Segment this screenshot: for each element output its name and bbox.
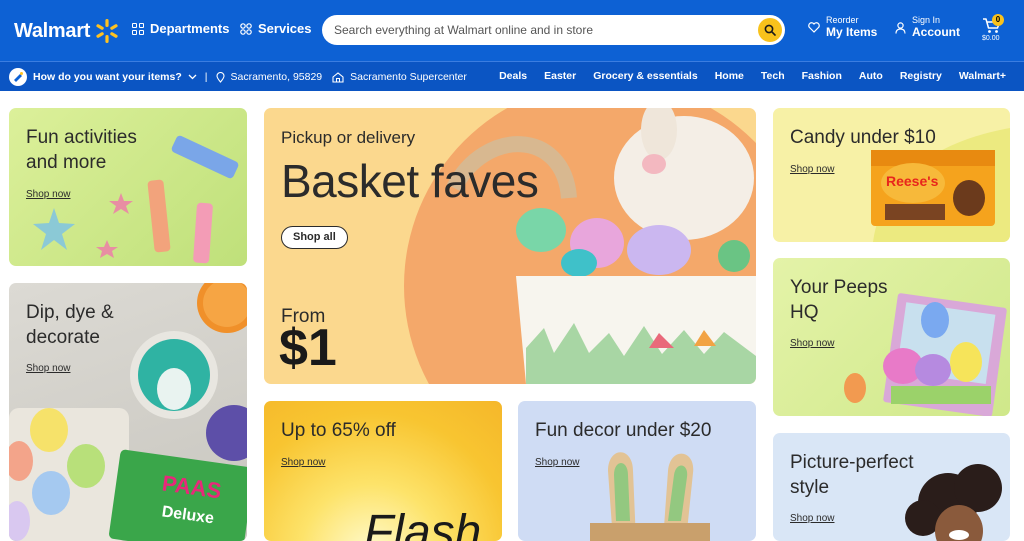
- search-icon: [764, 24, 776, 36]
- logo-text: Walmart: [14, 19, 91, 42]
- card-title: Fun decor under $20: [535, 420, 712, 441]
- departments-grid-icon: [132, 22, 144, 35]
- card-fun-activities[interactable]: Fun activities and more Shop now: [9, 108, 247, 266]
- shop-now-link[interactable]: Shop now: [281, 457, 325, 468]
- signin-big-label: Account: [912, 24, 960, 39]
- shop-now-link[interactable]: Shop now: [535, 457, 579, 468]
- location-text[interactable]: Sacramento, 95829: [231, 71, 323, 83]
- card-flash-deals[interactable]: Up to 65% off Shop now Flash: [264, 401, 502, 541]
- cart-count-badge: 0: [992, 14, 1004, 26]
- shop-all-button[interactable]: Shop all: [281, 226, 348, 249]
- price-label: $1: [279, 319, 337, 377]
- search-button[interactable]: [758, 18, 782, 42]
- nav-link-deals[interactable]: Deals: [499, 70, 527, 82]
- nav-link-easter[interactable]: Easter: [544, 70, 576, 82]
- spark-icon: [96, 19, 118, 43]
- delivery-question: How do you want your items?: [33, 71, 182, 83]
- reorder-big-label: My Items: [826, 24, 878, 39]
- card-title: Picture-perfect style: [790, 452, 914, 498]
- fulfillment-selector[interactable]: How do you want your items? | Sacramento…: [9, 68, 467, 86]
- shop-now-link[interactable]: Shop now: [790, 513, 834, 524]
- card-title: Up to 65% off: [281, 420, 396, 441]
- divider: |: [204, 71, 208, 83]
- services-label: Services: [258, 21, 312, 36]
- shop-now-link[interactable]: Shop now: [790, 338, 834, 349]
- chalk-illustration: [33, 135, 239, 264]
- category-links: Deals Easter Grocery & essentials Home T…: [499, 70, 1006, 82]
- shop-now-link[interactable]: Shop now: [26, 363, 70, 374]
- nav-link-auto[interactable]: Auto: [859, 70, 883, 82]
- flash-wordmark: Flash: [364, 506, 482, 541]
- store-icon: [332, 71, 344, 83]
- card-peeps[interactable]: Your Peeps HQ Shop now: [773, 258, 1010, 416]
- card-title: Your Peeps HQ: [790, 277, 888, 323]
- reorder-my-items[interactable]: Reorder My Items: [808, 15, 878, 39]
- chevron-down-icon: [188, 74, 197, 80]
- sign-in-account[interactable]: Sign In Account: [895, 15, 960, 39]
- search-input[interactable]: [334, 23, 758, 37]
- card-picture-perfect[interactable]: Picture-perfect style Shop now: [773, 433, 1010, 541]
- card-basket-faves[interactable]: Pickup or delivery Basket faves Shop all…: [264, 108, 756, 384]
- fulfillment-avatar-icon: [9, 68, 27, 86]
- services-button[interactable]: Services: [240, 21, 312, 36]
- svg-text:Reese's: Reese's: [886, 173, 939, 189]
- person-icon: [895, 21, 906, 34]
- card-eyebrow: Pickup or delivery: [281, 128, 416, 147]
- departments-label: Departments: [150, 21, 230, 36]
- secondary-nav-bar: How do you want your items? | Sacramento…: [0, 61, 1024, 91]
- store-text[interactable]: Sacramento Supercenter: [350, 71, 467, 83]
- top-header: Walmart Departments Services Search ever…: [0, 0, 1024, 61]
- card-headline: Basket faves: [281, 155, 539, 207]
- nav-link-fashion[interactable]: Fashion: [802, 70, 842, 82]
- services-icon: [240, 22, 252, 35]
- card-candy[interactable]: Reese's Candy under $10 Shop now: [773, 108, 1010, 242]
- card-title: Dip, dye & decorate: [26, 302, 114, 348]
- departments-button[interactable]: Departments: [132, 21, 229, 36]
- nav-link-registry[interactable]: Registry: [900, 70, 942, 82]
- nav-link-grocery[interactable]: Grocery & essentials: [593, 70, 697, 82]
- heart-icon: [808, 22, 820, 33]
- location-pin-icon: [215, 71, 225, 83]
- card-title: Candy under $10: [790, 127, 936, 148]
- card-fun-decor[interactable]: Fun decor under $20 Shop now: [518, 401, 756, 541]
- nav-link-home[interactable]: Home: [715, 70, 744, 82]
- nav-link-walmart-plus[interactable]: Walmart+: [959, 70, 1006, 82]
- shop-now-link[interactable]: Shop now: [790, 164, 834, 175]
- walmart-logo[interactable]: Walmart: [14, 18, 120, 44]
- card-dip-dye[interactable]: PAAS Deluxe Dip, dye & decorate Shop now: [9, 283, 247, 541]
- cart-total: $0.00: [982, 35, 1000, 42]
- cart-button[interactable]: 0 $0.00: [980, 14, 1010, 46]
- search-bar: [322, 15, 785, 45]
- nav-link-tech[interactable]: Tech: [761, 70, 785, 82]
